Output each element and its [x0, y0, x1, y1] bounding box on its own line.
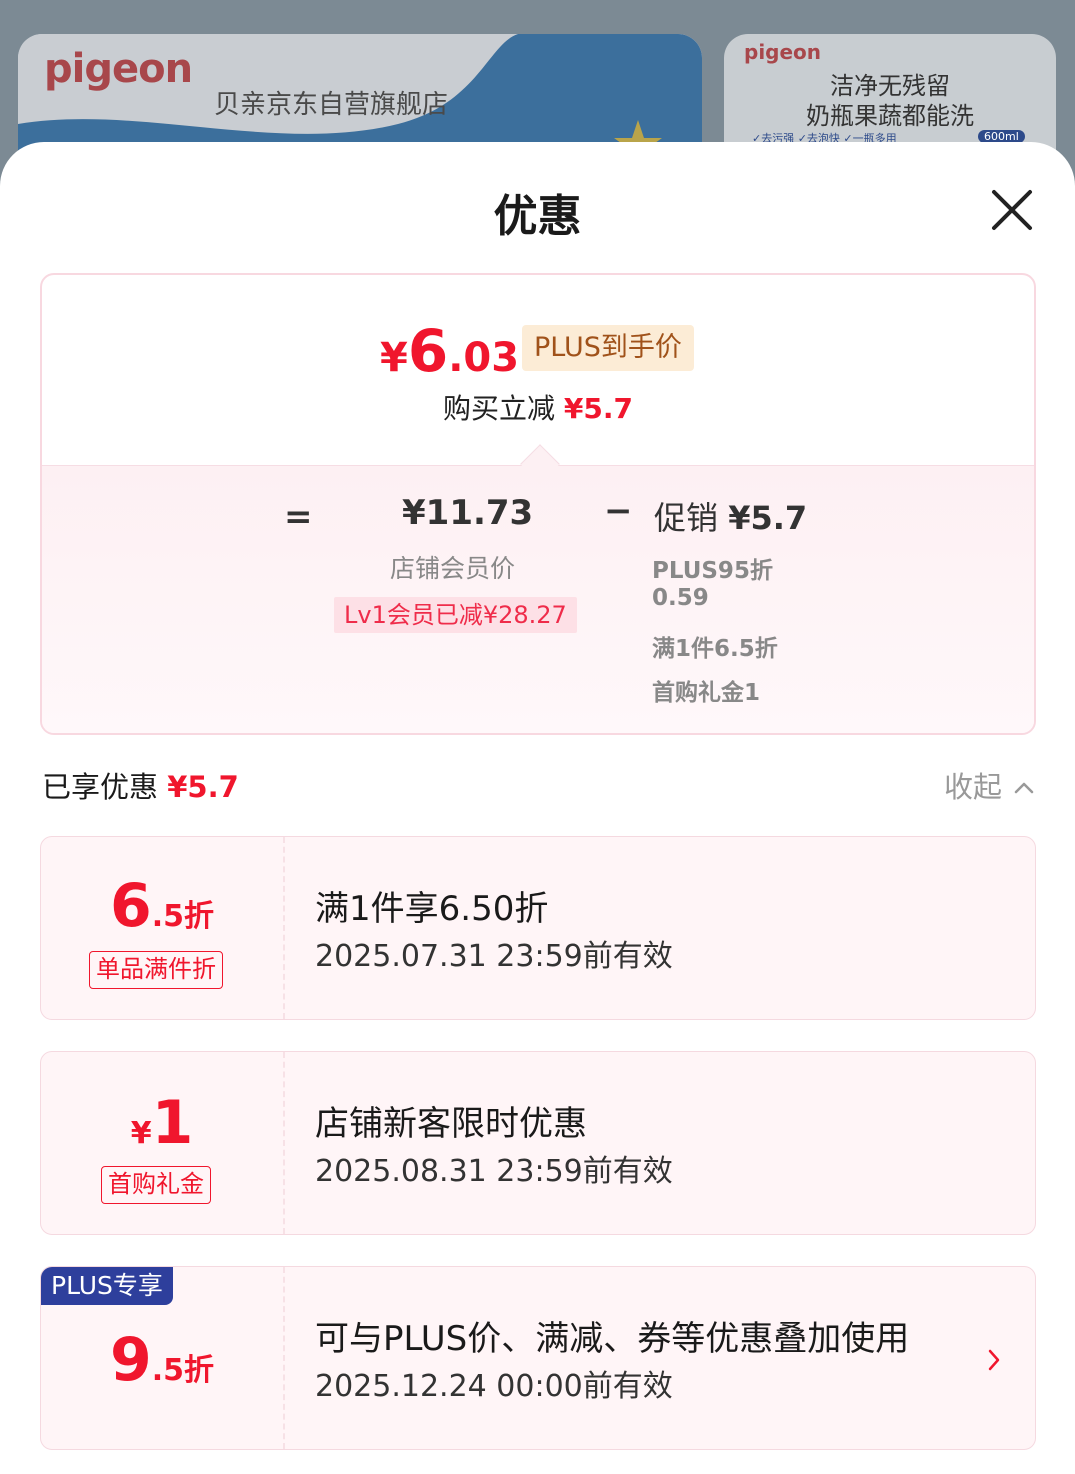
coupon-title: 可与PLUS价、满减、券等优惠叠加使用: [315, 1319, 910, 1359]
promo-line-plus-amount: 0.59: [652, 585, 709, 611]
close-icon[interactable]: [986, 184, 1038, 236]
coupon-card-full-item-discount[interactable]: 6.5折 单品满件折 满1件享6.50折 2025.07.31 23:59前有效: [40, 836, 1036, 1020]
price-integer: 6: [407, 317, 449, 385]
coupon-title: 店铺新客限时优惠: [315, 1104, 587, 1144]
coupon-card-first-purchase[interactable]: ¥1 首购礼金 店铺新客限时优惠 2025.08.31 23:59前有效: [40, 1051, 1036, 1235]
price-yen: ¥: [380, 335, 408, 381]
coupon-validity: 2025.08.31 23:59前有效: [315, 1154, 673, 1189]
promo-line-plus: PLUS95折: [652, 558, 773, 584]
member-level-badge: Lv1会员已减¥28.27: [334, 597, 577, 633]
member-price-label: 店铺会员价: [390, 554, 516, 583]
coupon-type-tag: 单品满件折: [89, 951, 223, 989]
coupon-card-plus-exclusive[interactable]: PLUS专享 9.5折 可与PLUS价、满减、券等优惠叠加使用 2025.12.…: [40, 1266, 1036, 1450]
enjoyed-discount: 已享优惠 ¥5.7: [42, 764, 239, 806]
coupon-validity: 2025.07.31 23:59前有效: [315, 939, 673, 974]
promo-total: 促销 ¥5.7: [654, 493, 807, 539]
member-price: ¥11.73: [402, 493, 534, 533]
final-price: ¥6.03: [380, 317, 519, 385]
coupon-divider: [283, 1052, 285, 1234]
chevron-right-icon[interactable]: [983, 1347, 1005, 1373]
coupon-title: 满1件享6.50折: [315, 889, 549, 929]
collapse-button[interactable]: 收起: [944, 764, 1002, 806]
plus-price-badge: PLUS到手价: [522, 325, 694, 371]
coupon-divider: [283, 837, 285, 1019]
enjoyed-label: 已享优惠: [42, 770, 159, 804]
banner-line-2: 奶瓶果蔬都能洗: [806, 102, 974, 130]
coupon-value: 6.5折: [41, 871, 283, 941]
coupon-value: ¥1: [41, 1088, 283, 1158]
enjoyed-amount: ¥5.7: [167, 770, 239, 804]
coupon-value-int: 1: [151, 1088, 194, 1158]
pigeon-logo-small: pigeon: [744, 40, 822, 64]
coupon-value: 9.5折: [41, 1325, 283, 1395]
coupon-validity: 2025.12.24 00:00前有效: [315, 1369, 673, 1404]
price-decimal: .03: [448, 335, 520, 381]
sheet-title: 优惠: [493, 191, 582, 242]
instant-discount-amount: ¥5.7: [563, 392, 633, 425]
instant-discount: 购买立减 ¥5.7: [42, 387, 1034, 427]
minus-sign: −: [604, 491, 633, 531]
price-breakdown-card: ¥6.03 PLUS到手价 购买立减 ¥5.7 = ¥11.73 店铺会员价 L…: [40, 273, 1036, 735]
coupon-divider: [283, 1267, 285, 1449]
equals-sign: =: [284, 497, 313, 537]
plus-exclusive-badge: PLUS专享: [41, 1267, 173, 1305]
promo-line-first-gift: 首购礼金1: [652, 680, 761, 706]
coupon-value-prefix: ¥: [130, 1116, 152, 1151]
promo-label: 促销: [654, 499, 719, 537]
coupon-type-tag: 首购礼金: [101, 1166, 211, 1204]
coupon-value-suffix: .5折: [151, 899, 215, 934]
promo-amount: ¥5.7: [728, 499, 808, 537]
chevron-up-icon[interactable]: [1012, 776, 1036, 800]
coupon-value-int: 9: [109, 1325, 152, 1395]
store-name: 贝亲京东自营旗舰店: [214, 90, 449, 120]
coupon-value-int: 6: [109, 871, 152, 941]
instant-discount-label: 购买立减: [442, 392, 555, 425]
pigeon-logo: pigeon: [44, 46, 193, 92]
discount-sheet: 优惠 ¥6.03 PLUS到手价 购买立减 ¥5.7 = ¥11.73 店铺会员…: [0, 142, 1075, 1474]
promo-line-full-discount: 满1件6.5折: [652, 636, 778, 662]
coupon-value-suffix: .5折: [151, 1353, 215, 1388]
